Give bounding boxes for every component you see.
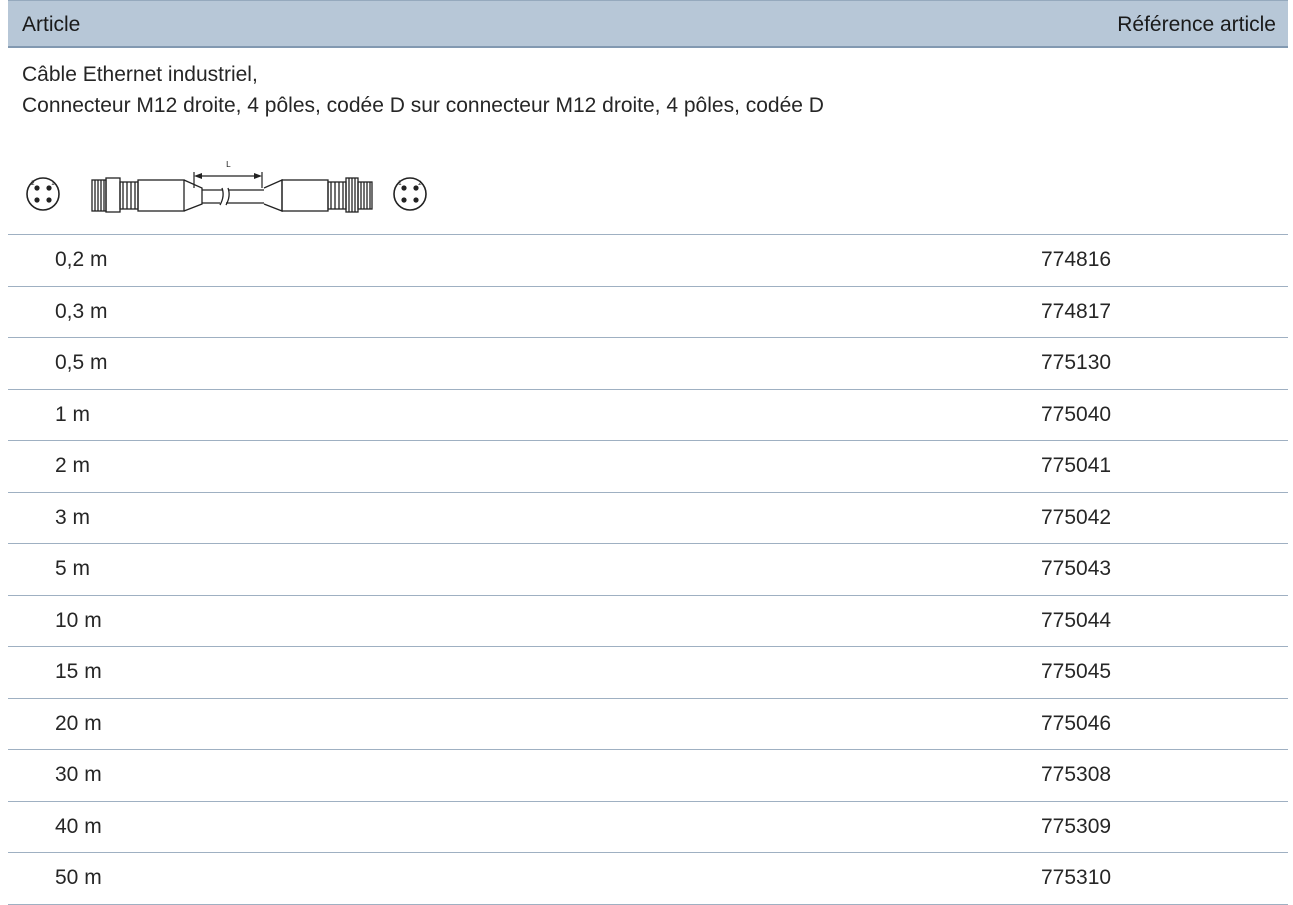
- row-length: 0,3 m: [55, 299, 108, 323]
- row-length: 20 m: [55, 711, 102, 735]
- svg-text:2: 2: [31, 180, 35, 187]
- table-row: 15 m 775045: [8, 647, 1288, 699]
- product-description: Câble Ethernet industriel, Connecteur M1…: [22, 59, 824, 121]
- right-connector-icon: [263, 177, 373, 213]
- length-label: L: [226, 160, 231, 169]
- left-connector-icon: [91, 177, 203, 213]
- row-reference: 775046: [1041, 711, 1112, 735]
- row-reference: 775045: [1041, 660, 1112, 683]
- row-length: 2 m: [55, 454, 91, 477]
- table-row: 20 m 775046: [8, 699, 1288, 750]
- table-row: 2 m 775041: [8, 441, 1288, 493]
- row-reference: 774817: [1041, 299, 1112, 323]
- row-reference: 775310: [1041, 866, 1112, 889]
- description-line-2: Connecteur M12 droite, 4 pôles, codée D …: [22, 94, 824, 117]
- left-pin-face-icon: 2 1: [26, 177, 60, 211]
- row-length: 30 m: [55, 763, 102, 786]
- table-row: 0,3 m 774817: [8, 287, 1288, 338]
- description-line-1: Câble Ethernet industriel,: [22, 63, 258, 86]
- svg-text:2: 2: [418, 180, 422, 187]
- row-length: 10 m: [55, 608, 102, 632]
- length-dimension-icon: [193, 172, 263, 188]
- row-reference: 775041: [1041, 454, 1112, 477]
- row-reference: 775043: [1041, 557, 1112, 580]
- header-article-label: Article: [22, 13, 81, 36]
- row-reference: 774816: [1041, 248, 1112, 271]
- row-length: 5 m: [55, 557, 91, 580]
- cable-line-icon: [202, 187, 264, 206]
- row-length: 15 m: [55, 660, 102, 683]
- table-row: 3 m 775042: [8, 493, 1288, 544]
- row-reference: 775309: [1041, 814, 1112, 838]
- row-length: 40 m: [55, 814, 102, 838]
- table-row: 10 m 775044: [8, 596, 1288, 647]
- row-reference: 775044: [1041, 608, 1112, 632]
- row-reference: 775042: [1041, 505, 1112, 529]
- cable-drawing: 2 1 L 1 2: [26, 160, 427, 213]
- row-reference: 775130: [1041, 351, 1112, 374]
- header-reference-label: Référence article: [1117, 13, 1276, 36]
- row-length: 50 m: [55, 866, 102, 889]
- table-row: 30 m 775308: [8, 750, 1288, 802]
- svg-text:1: 1: [398, 180, 402, 187]
- svg-text:1: 1: [51, 180, 55, 187]
- row-length: 3 m: [55, 505, 91, 529]
- table-header: Article Référence article: [8, 0, 1288, 48]
- row-reference: 775040: [1041, 402, 1112, 426]
- table-row: 5 m 775043: [8, 544, 1288, 596]
- table-row: 0,5 m 775130: [8, 338, 1288, 390]
- article-table: 0,2 m 774816 0,3 m 774817 0,5 m 775130 1 m 7750…: [8, 234, 1288, 905]
- table-row: 1 m 775040: [8, 390, 1288, 441]
- table-row: 0,2 m 774816: [8, 235, 1288, 287]
- row-length: 1 m: [55, 402, 91, 426]
- row-reference: 775308: [1041, 763, 1112, 786]
- table-row: 40 m 775309: [8, 802, 1288, 853]
- row-length: 0,5 m: [55, 351, 108, 374]
- right-pin-face-icon: 1 2: [393, 177, 427, 211]
- row-length: 0,2 m: [55, 248, 108, 271]
